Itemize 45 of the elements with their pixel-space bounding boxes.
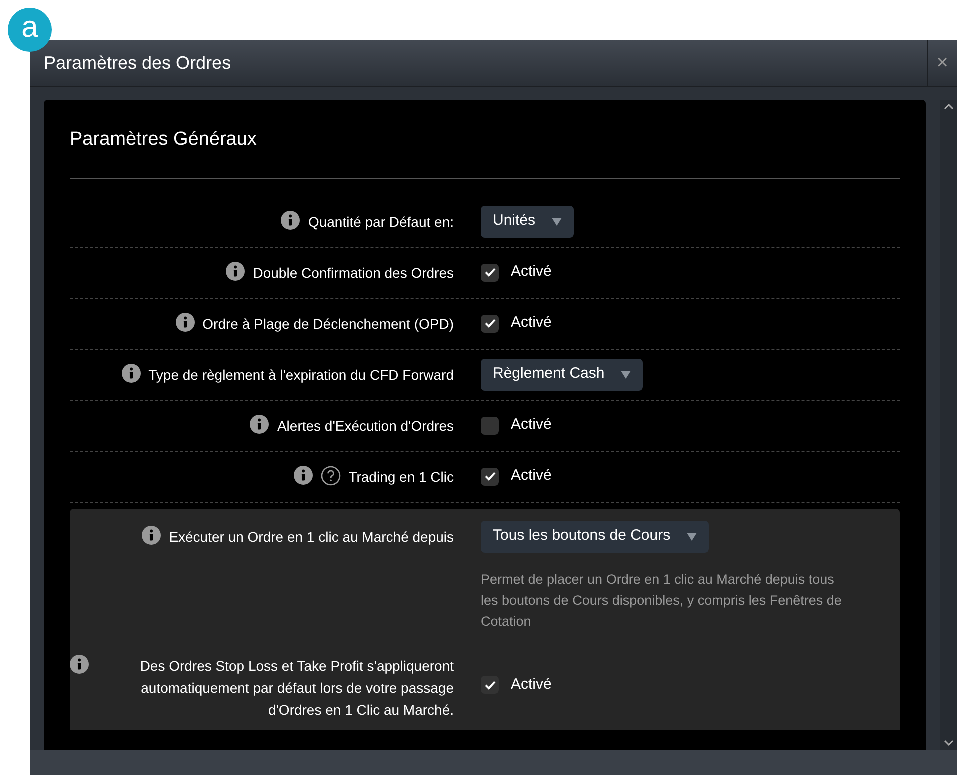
section-title: Paramètres Généraux [70,100,900,178]
checkbox[interactable] [481,676,499,694]
checkbox[interactable] [481,264,499,282]
info-icon[interactable] [250,414,270,434]
info-icon[interactable] [142,526,162,544]
checkbox-label: Activé [511,466,552,486]
checkmark-icon [484,268,496,277]
checkbox-label: Activé [511,674,552,695]
info-icon[interactable] [122,364,141,382]
setting-label: Des Ordres Stop Loss et Take Profit s'appliqueront automatiquement par défaut lors de votre passage d'Ordres en 1 Clic au Marché. [139,656,454,720]
scrollbar[interactable] [940,100,957,750]
checkmark-icon [484,472,496,481]
caret-icon [686,532,697,540]
setting-label: Trading en 1 Clic [348,468,454,487]
help-icon[interactable] [320,466,341,486]
checkbox[interactable] [481,468,499,486]
setting-label: Ordre à Plage de Déclenchement (OPD) [202,314,454,334]
caret-icon [620,370,631,378]
option-description: Permet de placer un Ordre en 1 clic au Marché depuis tous les boutons de Cours disponibles, y compris les Fenêtres de Cotation [481,570,843,630]
dropdown[interactable]: Unités [481,206,574,238]
badge: a [8,8,52,52]
setting-label: Exécuter un Ordre en 1 clic au Marché depuis [169,528,454,547]
dropdown[interactable]: Tous les boutons de Cours [481,520,709,552]
info-icon[interactable] [176,312,195,332]
scroll-down-icon[interactable] [944,740,954,746]
setting-label: Double Confirmation des Ordres [253,264,454,282]
checkmark-icon [484,680,496,690]
window-title: Paramètres des Ordres [43,52,232,74]
info-icon[interactable] [226,262,246,280]
setting-label: Alertes d'Exécution d'Ordres [277,416,454,436]
checkbox-label: Activé [511,415,552,436]
close-button[interactable]: × [927,40,957,86]
checkbox-label: Activé [511,313,552,334]
caret-icon [552,218,562,226]
checkbox[interactable] [481,416,499,434]
setting-label: Quantité par Défaut en: [308,212,454,232]
setting-label: Type de règlement à l'expiration du CFD Forward [148,366,454,385]
info-icon[interactable] [294,466,313,484]
checkmark-icon [484,319,496,328]
dropdown[interactable]: Règlement Cash [481,358,643,390]
checkbox[interactable] [481,314,499,332]
checkbox-label: Activé [511,262,552,282]
scroll-up-icon[interactable] [944,104,954,110]
info-icon[interactable] [281,210,300,230]
info-icon[interactable] [70,654,89,674]
